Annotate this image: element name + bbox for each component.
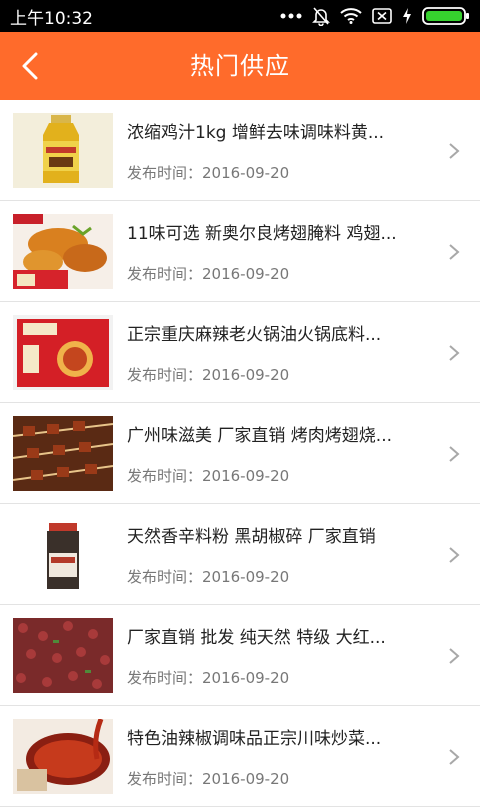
status-bar: 上午10:32 [0, 0, 480, 32]
chevron-right-icon [449, 446, 460, 462]
product-thumbnail [13, 214, 113, 289]
list-item[interactable]: 特色油辣椒调味品正宗川味炒菜... 发布时间：2016-09-20 [0, 706, 480, 807]
chevron-right-icon [449, 244, 460, 260]
battery-icon [422, 7, 470, 25]
status-time: 上午10:32 [10, 8, 93, 29]
product-thumbnail [13, 416, 113, 491]
item-date: 发布时间：2016-09-20 [127, 265, 290, 283]
chevron-right-icon [449, 749, 460, 765]
product-thumbnail [13, 618, 113, 693]
wifi-icon [340, 8, 362, 24]
item-title: 正宗重庆麻辣老火锅油火锅底料... [127, 325, 382, 345]
list-item[interactable]: 厂家直销 批发 纯天然 特级 大红... 发布时间：2016-09-20 [0, 605, 480, 706]
list-item[interactable]: 广州味滋美 厂家直销 烤肉烤翅烧... 发布时间：2016-09-20 [0, 403, 480, 504]
item-date: 发布时间：2016-09-20 [127, 467, 290, 485]
supply-list: 浓缩鸡汁1kg 增鲜去味调味料黄... 发布时间：2016-09-20 11味可… [0, 100, 480, 807]
item-date: 发布时间：2016-09-20 [127, 770, 290, 788]
item-date: 发布时间：2016-09-20 [127, 366, 290, 384]
item-title: 厂家直销 批发 纯天然 特级 大红... [127, 628, 386, 648]
product-thumbnail [13, 517, 113, 592]
item-title: 天然香辛料粉 黑胡椒碎 厂家直销 [127, 527, 376, 547]
product-thumbnail [13, 113, 113, 188]
item-title: 广州味滋美 厂家直销 烤肉烤翅烧... [127, 426, 393, 446]
more-dots-icon [280, 12, 302, 20]
chevron-right-icon [449, 143, 460, 159]
app-bar: 热门供应 [0, 32, 480, 100]
chevron-right-icon [449, 648, 460, 664]
page-title: 热门供应 [190, 52, 290, 80]
item-title: 特色油辣椒调味品正宗川味炒菜... [127, 729, 382, 749]
list-item[interactable]: 天然香辛料粉 黑胡椒碎 厂家直销 发布时间：2016-09-20 [0, 504, 480, 605]
item-title: 浓缩鸡汁1kg 增鲜去味调味料黄... [127, 123, 385, 143]
item-date: 发布时间：2016-09-20 [127, 164, 290, 182]
status-icons [280, 6, 470, 26]
mute-bell-icon [312, 6, 330, 26]
charging-bolt-icon [402, 8, 412, 24]
no-sim-icon [372, 8, 392, 24]
list-item[interactable]: 正宗重庆麻辣老火锅油火锅底料... 发布时间：2016-09-20 [0, 302, 480, 403]
chevron-right-icon [449, 547, 460, 563]
list-item[interactable]: 浓缩鸡汁1kg 增鲜去味调味料黄... 发布时间：2016-09-20 [0, 100, 480, 201]
list-item[interactable]: 11味可选 新奥尔良烤翅腌料 鸡翅... 发布时间：2016-09-20 [0, 201, 480, 302]
item-title: 11味可选 新奥尔良烤翅腌料 鸡翅... [127, 224, 397, 244]
product-thumbnail [13, 315, 113, 390]
chevron-left-icon [22, 52, 38, 80]
back-button[interactable] [10, 46, 50, 86]
item-date: 发布时间：2016-09-20 [127, 669, 290, 687]
chevron-right-icon [449, 345, 460, 361]
product-thumbnail [13, 719, 113, 794]
item-date: 发布时间：2016-09-20 [127, 568, 290, 586]
